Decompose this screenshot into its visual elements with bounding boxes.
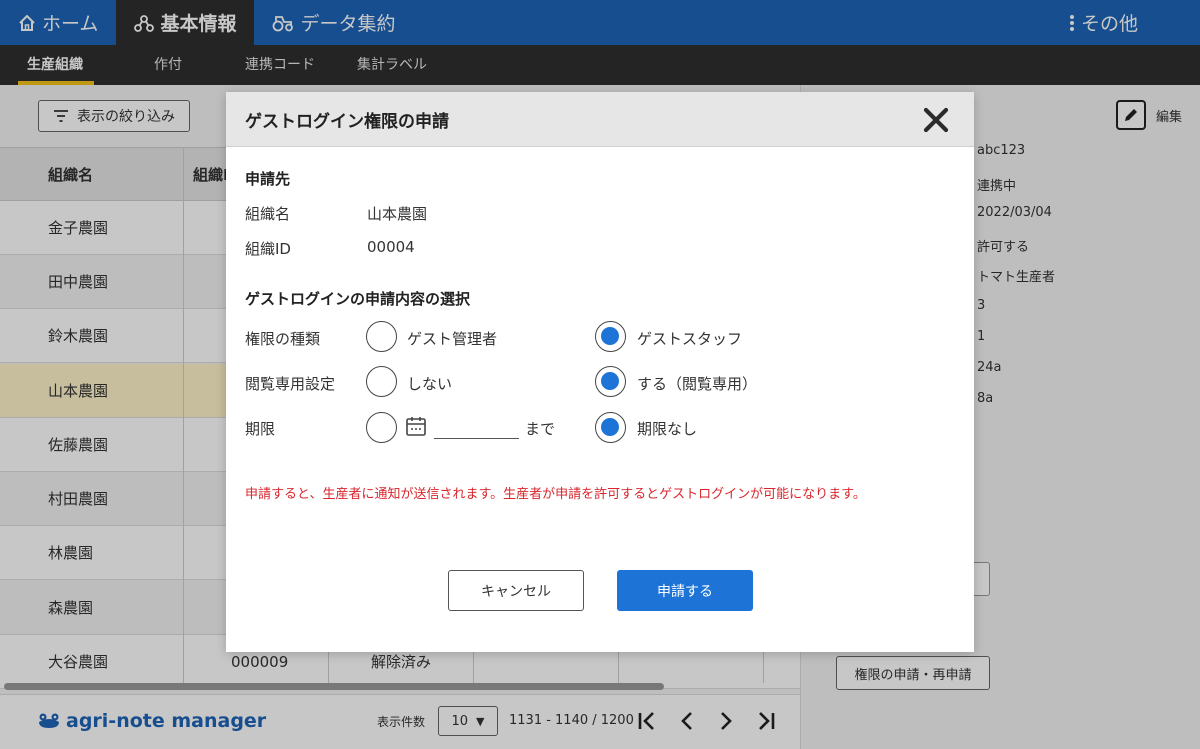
readonly-no-label[interactable]: しない [407, 373, 452, 394]
radio-readonly-no[interactable] [366, 366, 397, 397]
close-button[interactable] [920, 104, 952, 136]
org-name-label: 組織名 [245, 205, 291, 223]
org-name-value: 山本農園 [367, 205, 428, 223]
guest-admin-label[interactable]: ゲスト管理者 [407, 328, 497, 349]
permission-type-label: 権限の種類 [245, 330, 321, 348]
section-target: 申請先 [245, 170, 291, 188]
date-input[interactable] [434, 438, 519, 439]
period-label: 期限 [245, 420, 276, 438]
submit-request-button[interactable]: 申請する [617, 570, 753, 611]
dialog-header: ゲストログイン権限の申請 [226, 92, 974, 147]
guest-login-request-dialog: ゲストログイン権限の申請 申請先 組織名 山本農園 組織ID 00004 ゲスト… [226, 92, 974, 652]
warning-message: 申請すると、生産者に通知が送信されます。生産者が申請を許可するとゲストログインが… [245, 487, 866, 502]
period-until-label: まで [525, 420, 556, 438]
radio-readonly-yes[interactable] [595, 366, 626, 397]
dialog-title: ゲストログイン権限の申請 [245, 112, 449, 132]
calendar-icon[interactable] [405, 415, 427, 441]
org-id-label: 組織ID [245, 240, 291, 258]
cancel-button[interactable]: キャンセル [448, 570, 584, 611]
org-id-value: 00004 [367, 238, 415, 256]
radio-guest-admin[interactable] [366, 321, 397, 352]
radio-period-none[interactable] [595, 412, 626, 443]
readonly-label: 閲覧専用設定 [245, 375, 336, 393]
section-choice: ゲストログインの申請内容の選択 [245, 290, 471, 308]
close-icon [923, 107, 949, 133]
guest-staff-label[interactable]: ゲストスタッフ [637, 328, 742, 349]
readonly-yes-label[interactable]: する（閲覧専用） [637, 373, 757, 394]
radio-period-date[interactable] [366, 412, 397, 443]
period-none-label[interactable]: 期限なし [637, 418, 697, 439]
radio-guest-staff[interactable] [595, 321, 626, 352]
